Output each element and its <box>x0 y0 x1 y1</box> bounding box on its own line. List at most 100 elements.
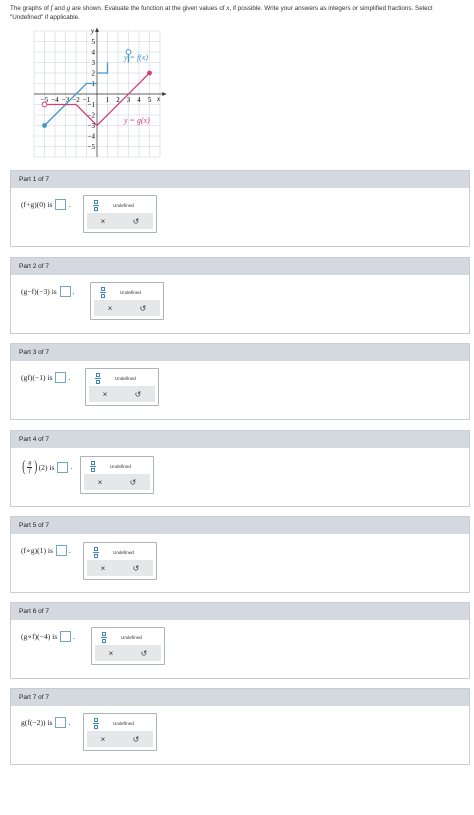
expression: (f+g)(0) is. <box>21 199 70 210</box>
fraction-icon[interactable] <box>94 372 101 384</box>
fraction-icon[interactable] <box>92 546 99 558</box>
clear-button[interactable]: × <box>101 217 106 226</box>
panel-top: Undefined <box>84 714 156 732</box>
clear-button[interactable]: × <box>109 649 114 658</box>
part-card: Part 5 of 7 (f∘g)(1) is. Undefined × ↺ <box>10 516 470 593</box>
y-tick-label: −4 <box>88 133 96 141</box>
panel-actions: × ↺ <box>89 386 155 402</box>
graph-axes <box>34 27 167 157</box>
panel-actions: × ↺ <box>94 300 160 316</box>
answer-tool-panel: Undefined × ↺ <box>90 282 164 320</box>
expression-text: (g∘f)(−4) is <box>21 632 58 641</box>
instructions-text: are shown. Evaluate the function at the … <box>70 5 227 12</box>
clear-button[interactable]: × <box>101 564 106 573</box>
answer-tool-panel: Undefined × ↺ <box>83 542 157 580</box>
function-graph: −5 −4 −3 −2 −1 1 2 3 4 554321−1−2−3−4−5 y = f(x) … <box>33 27 167 158</box>
x-tick-label: 4 <box>137 96 141 104</box>
g-open-endpoint <box>41 101 48 108</box>
instructions-text: The graphs of <box>10 5 51 12</box>
answer-input[interactable] <box>55 545 67 556</box>
undefined-button[interactable]: Undefined <box>113 203 134 208</box>
expression-text: (gf)(−1) is <box>21 373 53 382</box>
expression-text: (f+g)(0) is <box>21 200 53 209</box>
fraction-icon[interactable] <box>99 286 106 298</box>
period: . <box>73 632 75 641</box>
period: . <box>68 718 71 727</box>
answer-input[interactable] <box>57 461 69 473</box>
answer-tool-panel: Undefined × ↺ <box>85 368 159 406</box>
period: . <box>72 287 75 296</box>
undefined-button[interactable]: Undefined <box>120 290 141 295</box>
answer-tool-panel: Undefined × ↺ <box>91 627 165 665</box>
part-header: Part 5 of 7 <box>11 517 469 534</box>
undo-icon[interactable]: ↺ <box>133 564 140 573</box>
part-header: Part 3 of 7 <box>11 344 469 361</box>
part-card: Part 6 of 7 (g∘f)(−4) is. Undefined × ↺ <box>10 602 470 679</box>
x-tick-label: 5 <box>148 96 152 104</box>
part-header: Part 2 of 7 <box>11 258 469 275</box>
answer-input[interactable] <box>55 199 67 210</box>
y-tick-label: −5 <box>88 143 96 151</box>
undo-icon[interactable]: ↺ <box>141 649 148 658</box>
answer-input[interactable] <box>55 717 67 728</box>
f-closed-endpoint <box>42 123 47 128</box>
x-axis-arrow <box>162 92 167 96</box>
panel-top: Undefined <box>86 369 158 387</box>
x-tick-label: 3 <box>127 96 131 104</box>
clear-button[interactable]: × <box>108 304 113 313</box>
fraction-icon[interactable] <box>89 460 96 472</box>
y-tick-label: 3 <box>92 59 96 67</box>
undo-icon[interactable]: ↺ <box>130 478 137 487</box>
part-header: Part 1 of 7 <box>11 171 469 188</box>
part-header: Part 7 of 7 <box>11 689 469 706</box>
expression-text: (f∘g)(1) is <box>21 546 53 555</box>
instructions-text: and <box>52 5 67 12</box>
panel-top: Undefined <box>84 543 156 561</box>
part-card: Part 4 of 7(g f) (2) is. Undefined × ↺ <box>10 430 470 507</box>
answer-input[interactable] <box>60 631 72 642</box>
fraction-icon[interactable] <box>92 717 99 729</box>
undefined-button[interactable]: Undefined <box>121 635 142 640</box>
expression: g(f(−2)) is. <box>21 717 70 728</box>
undo-icon[interactable]: ↺ <box>140 304 147 313</box>
y-tick-label: 4 <box>92 49 96 57</box>
undefined-button[interactable]: Undefined <box>115 376 136 381</box>
period: . <box>68 546 71 555</box>
clear-button[interactable]: × <box>98 478 103 487</box>
panel-actions: × ↺ <box>84 474 150 490</box>
undo-icon[interactable]: ↺ <box>133 217 140 226</box>
undo-icon[interactable]: ↺ <box>133 735 140 744</box>
expression-text: g(f(−2)) is <box>21 718 53 727</box>
answer-tool-panel: Undefined × ↺ <box>83 195 157 233</box>
part-card: Part 7 of 7 g(f(−2)) is. Undefined × ↺ <box>10 688 470 765</box>
undefined-button[interactable]: Undefined <box>110 464 131 469</box>
expression: (gf)(−1) is. <box>21 372 70 383</box>
part-card: Part 1 of 7 (f+g)(0) is. Undefined × ↺ <box>10 170 470 247</box>
f-curve-label: y = f(x) <box>123 53 148 62</box>
fraction-icon[interactable] <box>100 631 107 643</box>
x-tick-label: 1 <box>106 96 110 104</box>
clear-button[interactable]: × <box>103 390 108 399</box>
answer-input[interactable] <box>55 372 67 383</box>
fraction-icon[interactable] <box>92 199 99 211</box>
answer-input[interactable] <box>59 286 71 297</box>
y-tick-label: 2 <box>92 70 96 78</box>
expression-text: (g−f)(−3) is <box>21 287 57 296</box>
period: . <box>70 463 73 471</box>
y-tick-label: 5 <box>92 38 96 46</box>
fraction: gf <box>27 460 33 474</box>
close-paren: ) <box>34 458 38 475</box>
clear-button[interactable]: × <box>101 735 106 744</box>
panel-actions: × ↺ <box>95 645 161 661</box>
answer-tool-panel: Undefined × ↺ <box>83 713 157 751</box>
answer-tool-panel: Undefined × ↺ <box>80 456 154 494</box>
y-axis-arrow <box>95 27 99 32</box>
panel-actions: × ↺ <box>87 213 153 229</box>
panel-actions: × ↺ <box>87 560 153 576</box>
open-paren: ( <box>22 458 26 475</box>
undo-icon[interactable]: ↺ <box>135 390 142 399</box>
undefined-button[interactable]: Undefined <box>113 721 134 726</box>
panel-top: Undefined <box>91 283 163 301</box>
g-closed-endpoint <box>147 70 152 76</box>
undefined-button[interactable]: Undefined <box>113 550 134 555</box>
